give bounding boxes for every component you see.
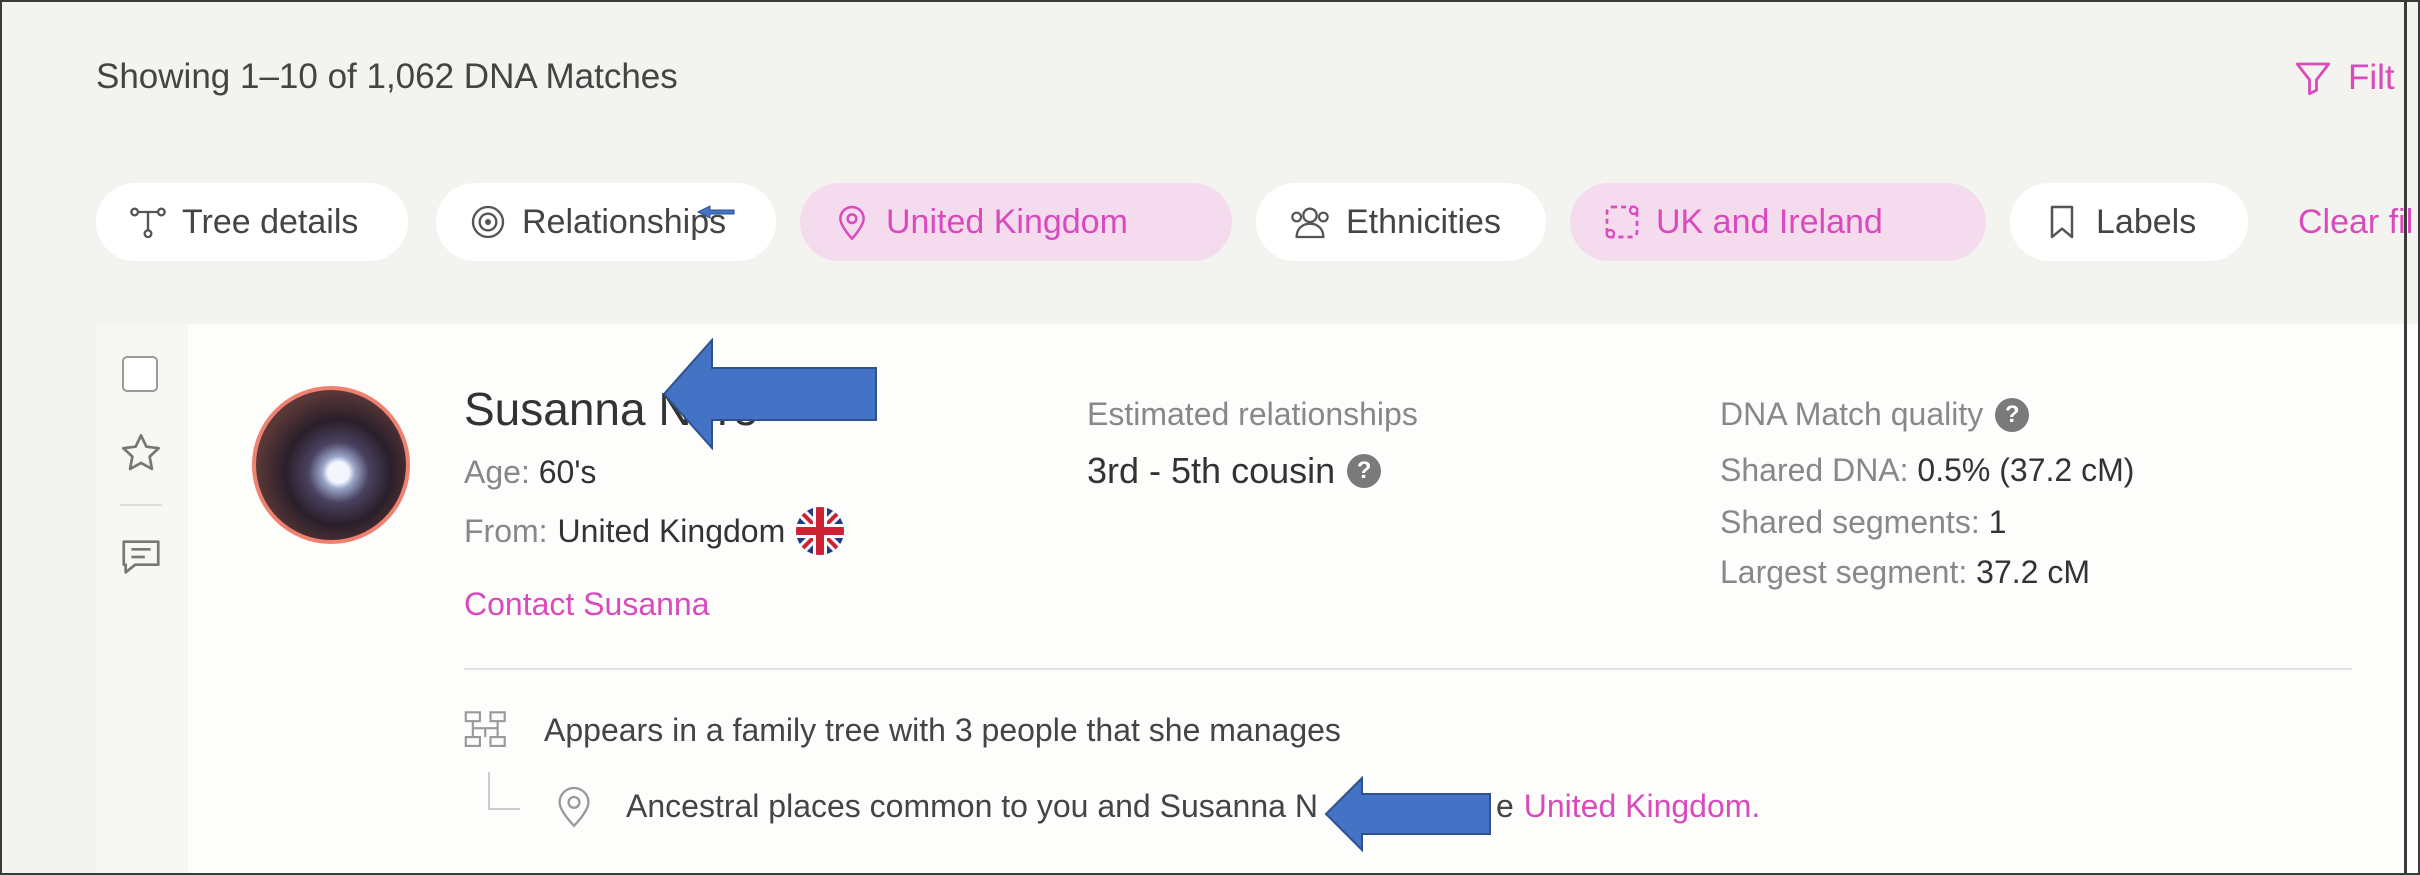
shared-dna-label: Shared DNA: (1720, 452, 1909, 488)
people-icon (1291, 207, 1329, 239)
from-line: From: United Kingdom (464, 506, 845, 556)
filter-icon (2295, 62, 2331, 96)
chip-label: Tree details (182, 202, 359, 241)
dna-quality-label: DNA Match quality ? (1720, 396, 2030, 433)
shared-segments-value: 1 (1988, 504, 2007, 540)
chip-tree-details[interactable]: Tree details (96, 183, 408, 261)
age-label: Age: (464, 454, 530, 490)
screenshot-frame: Showing 1–10 of 1,062 DNA Matches Filt T… (0, 0, 2420, 875)
ancestral-places-text: Ancestral places common to you and Susan… (626, 787, 1318, 824)
filter-button[interactable]: Filt (2292, 57, 2395, 99)
region-icon (1605, 205, 1639, 239)
shared-segments-line: Shared segments: 1 (1720, 504, 2006, 541)
location-pin-icon (839, 205, 865, 241)
chip-label: United Kingdom (886, 202, 1128, 241)
filter-button-label: Filt (2348, 58, 2395, 97)
ancestral-places-row: Ancestral places common to you and Susan… (556, 784, 1760, 828)
largest-segment-value: 37.2 cM (1976, 554, 2090, 590)
frame-edge (2404, 0, 2407, 875)
location-pin-icon (558, 786, 590, 828)
estimated-relationship-value: 3rd - 5th cousin ? (1087, 450, 1382, 492)
family-tree-row[interactable]: Appears in a family tree with 3 people t… (464, 710, 1341, 750)
chip-relationships[interactable]: Relationships (436, 183, 776, 261)
chip-label: Ethnicities (1346, 202, 1501, 241)
shared-dna-line: Shared DNA: 0.5% (37.2 cM) (1720, 452, 2134, 489)
shared-dna-value: 0.5% (37.2 cM) (1917, 452, 2135, 488)
chip-labels[interactable]: Labels (2010, 183, 2248, 261)
match-card: Susanna Nore Age: 60's From: United King… (96, 324, 2418, 873)
bookmark-icon (2050, 205, 2074, 239)
ancestral-place-link[interactable]: United Kingdom. (1524, 788, 1761, 825)
side-divider (120, 504, 162, 506)
select-checkbox[interactable] (122, 356, 158, 392)
family-tree-text: Appears in a family tree with 3 people t… (544, 711, 1341, 748)
tree-icon (130, 207, 166, 239)
estimated-relationship-text[interactable]: 3rd - 5th cousin (1087, 450, 1335, 492)
annotation-arrow (1324, 776, 1491, 852)
uk-flag-icon (796, 507, 845, 555)
contact-link[interactable]: Contact Susanna (464, 586, 710, 623)
chip-united-kingdom[interactable]: United Kingdom (800, 183, 1232, 261)
largest-segment-line: Largest segment: 37.2 cM (1720, 554, 2090, 591)
star-icon[interactable] (118, 430, 164, 476)
tree-connector (488, 772, 520, 810)
largest-segment-label: Largest segment: (1720, 554, 1968, 590)
notes-icon[interactable] (118, 534, 164, 580)
chip-ethnicities[interactable]: Ethnicities (1256, 183, 1546, 261)
clear-filters-link[interactable]: Clear fil (2298, 203, 2413, 242)
age-value: 60's (538, 454, 597, 490)
annotation-arrow (696, 205, 735, 219)
shared-segments-label: Shared segments: (1720, 504, 1980, 540)
dna-quality-text: DNA Match quality (1720, 396, 1984, 432)
help-icon[interactable]: ? (1347, 454, 1382, 488)
from-label: From: (464, 512, 548, 549)
target-icon (471, 205, 505, 239)
ancestral-places-text-tail: e (1495, 787, 1514, 824)
results-count: Showing 1–10 of 1,062 DNA Matches (96, 57, 678, 96)
section-divider (464, 668, 2352, 670)
annotation-arrow (662, 338, 877, 450)
card-actions-column (96, 324, 188, 873)
family-tree-icon (464, 711, 506, 747)
chip-label: UK and Ireland (1656, 202, 1883, 241)
age-line: Age: 60's (464, 454, 596, 491)
from-value: United Kingdom (557, 512, 786, 549)
estimated-relationship-label: Estimated relationships (1087, 396, 1418, 432)
chip-label: Labels (2096, 202, 2197, 241)
chip-uk-and-ireland[interactable]: UK and Ireland (1570, 183, 1986, 261)
help-icon[interactable]: ? (1995, 397, 2030, 432)
avatar[interactable] (252, 386, 410, 544)
